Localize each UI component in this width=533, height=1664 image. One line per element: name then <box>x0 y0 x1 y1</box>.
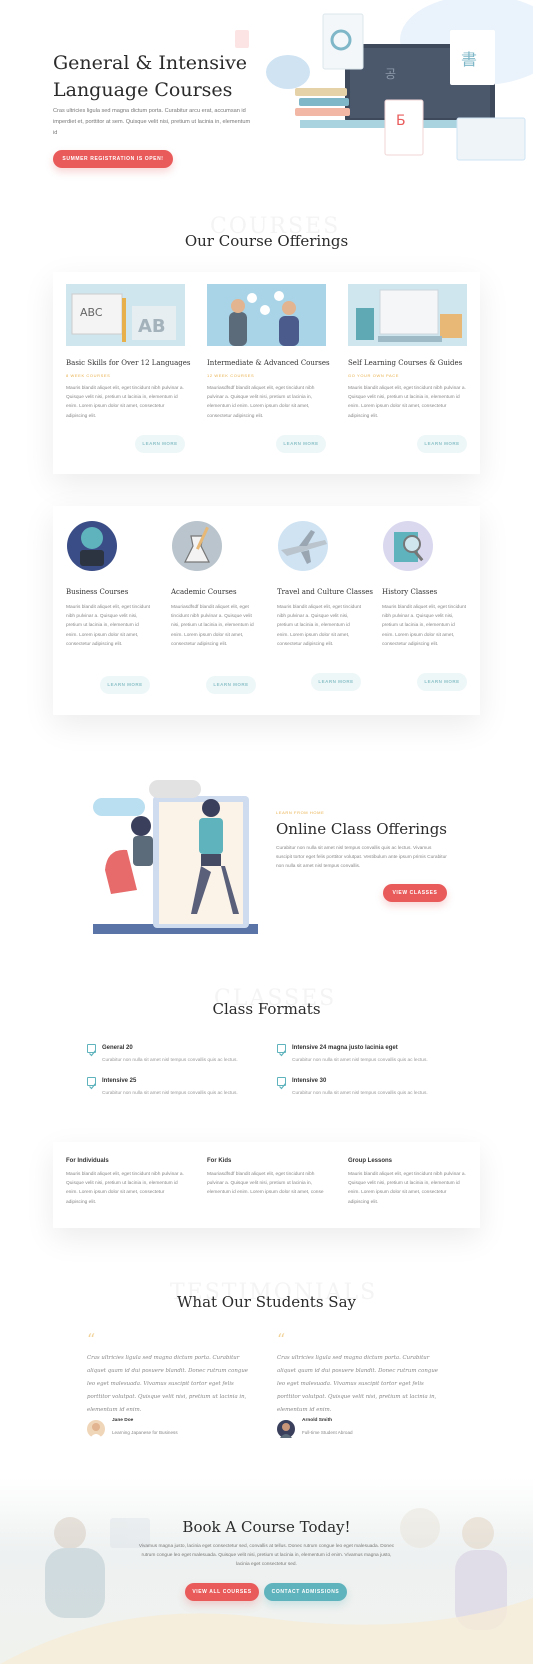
online-text: Curabitur non nulla sit amet nisl tempus… <box>276 846 447 870</box>
topic-title-2: Academic Courses <box>171 588 237 596</box>
booking-title: Book A Course Today! <box>182 1518 351 1536</box>
svg-text:공: 공 <box>385 67 396 81</box>
offering-learn-more-1[interactable]: LEARN MORE <box>135 435 185 453</box>
topic-title-1: Business Courses <box>66 588 129 596</box>
offering-text-2: Mauriasdfsdf blandit aliquet elit, eget … <box>207 386 315 419</box>
format-title-2: Intensive 24 magna justo lacinia eget <box>292 1045 398 1051</box>
offering-sub-2: 12 WEEK COURSES <box>207 373 255 378</box>
checkbox-icon <box>87 1044 96 1057</box>
airplane-icon <box>277 520 329 572</box>
group-text-2: Mauriasdfsdf blandit aliquet elit, eget … <box>207 1172 324 1196</box>
group-text-3: Mauris blandit aliquet elit, eget tincid… <box>348 1172 466 1205</box>
format-text-4: Curabitur non nulla sit amet nisl tempus… <box>292 1091 428 1096</box>
view-all-courses-button[interactable]: VIEW ALL COURSES <box>185 1583 259 1601</box>
conversation-image <box>207 284 326 346</box>
quote-icon: “ <box>87 1330 96 1349</box>
format-title-3: Intensive 25 <box>102 1078 137 1084</box>
format-title-4: Intensive 30 <box>292 1078 327 1084</box>
testimonial-quote-2: Cras ultricies ligula sed magna dictum p… <box>277 1355 438 1413</box>
topic-text-2: Mauriasdfsdf blandit aliquet elit, eget … <box>171 605 254 647</box>
format-text-2: Curabitur non nulla sit amet nisl tempus… <box>292 1058 428 1063</box>
svg-text:ABC: ABC <box>80 306 103 319</box>
svg-text:AB: AB <box>138 316 166 337</box>
offerings-card: ABC AB Basic Skills for Over 12 Languages… <box>53 272 480 474</box>
testimonial-role-1: Learning Japanese for Business <box>112 1430 178 1435</box>
format-text-1: Curabitur non nulla sit amet nisl tempus… <box>102 1058 238 1063</box>
topic-learn-more-2[interactable]: LEARN MORE <box>206 676 256 694</box>
testimonial-author-1: Jane Doe <box>112 1418 134 1423</box>
svg-text:Б: Б <box>396 113 406 129</box>
offering-learn-more-2[interactable]: LEARN MORE <box>276 435 326 453</box>
avatar <box>87 1420 105 1438</box>
offering-title-3: Self Learning Courses & Guides <box>348 359 463 367</box>
online-class-illustration <box>93 778 258 936</box>
format-title-1: General 20 <box>102 1045 133 1051</box>
offering-sub-3: GO YOUR OWN PACE <box>348 373 400 378</box>
offering-learn-more-3[interactable]: LEARN MORE <box>417 435 467 453</box>
view-classes-button[interactable]: VIEW CLASSES <box>383 884 447 902</box>
topic-text-3: Mauris blandit aliquet elit, eget tincid… <box>277 605 361 647</box>
topic-learn-more-1[interactable]: LEARN MORE <box>100 676 150 694</box>
quote-icon: “ <box>277 1330 286 1349</box>
formats-title: Class Formats <box>212 1000 321 1018</box>
checkbox-icon <box>87 1077 96 1090</box>
testimonials-title: What Our Students Say <box>176 1293 356 1311</box>
checkbox-icon <box>277 1077 286 1090</box>
topic-text-1: Mauris blandit aliquet elit, eget tincid… <box>66 605 150 647</box>
group-title-1: For Individuals <box>66 1158 109 1164</box>
topic-learn-more-4[interactable]: LEARN MORE <box>417 673 467 691</box>
topic-text-4: Mauris blandit aliquet elit, eget tincid… <box>382 605 466 647</box>
booking-background <box>0 1478 533 1664</box>
format-text-3: Curabitur non nulla sit amet nisl tempus… <box>102 1091 238 1096</box>
offering-sub-1: 8 WEEK COURSES <box>66 373 111 378</box>
flask-icon <box>171 520 223 572</box>
history-book-icon <box>382 520 434 572</box>
online-title: Online Class Offerings <box>276 820 447 838</box>
topic-learn-more-3[interactable]: LEARN MORE <box>311 673 361 691</box>
group-title-3: Group Lessons <box>348 1158 393 1164</box>
globe-icon <box>66 520 118 572</box>
offerings-title: Our Course Offerings <box>184 232 349 250</box>
svg-text:書: 書 <box>461 50 477 69</box>
testimonial-author-2: Arnold Smith <box>302 1418 333 1423</box>
hero-description: Cras ultricies ligula sed magna dictum p… <box>53 108 251 136</box>
online-eyebrow: LEARN FROM HOME <box>276 810 325 815</box>
avatar <box>277 1420 295 1438</box>
testimonial-quote-1: Cras ultricies ligula sed magna dictum p… <box>87 1355 248 1413</box>
topic-title-3: Travel and Culture Classes <box>277 588 373 596</box>
summer-registration-button[interactable]: SUMMER REGISTRATION IS OPEN! <box>53 150 173 168</box>
booking-text: Vivamus magna justo, lacinia eget consec… <box>138 1544 395 1568</box>
checkbox-icon <box>277 1044 286 1057</box>
self-learning-image <box>348 284 467 346</box>
offering-title-1: Basic Skills for Over 12 Languages <box>66 359 191 367</box>
topic-title-4: History Classes <box>382 588 438 596</box>
offering-title-2: Intermediate & Advanced Courses <box>207 359 330 367</box>
testimonial-role-2: Full-time Student Abroad <box>302 1430 353 1435</box>
group-title-2: For Kids <box>207 1158 232 1164</box>
topics-card: Business Courses Mauris blandit aliquet … <box>53 506 480 715</box>
abc-books-image: ABC AB <box>66 284 185 346</box>
lesson-types-card: For Individuals Mauris blandit aliquet e… <box>53 1142 480 1228</box>
offering-text-3: Mauris blandit aliquet elit, eget tincid… <box>348 386 466 419</box>
offering-text-1: Mauris blandit aliquet elit, eget tincid… <box>66 386 184 419</box>
hero-illustration: Б 書 공 <box>225 0 533 170</box>
contact-admissions-button[interactable]: CONTACT ADMISSIONS <box>264 1583 347 1601</box>
group-text-1: Mauris blandit aliquet elit, eget tincid… <box>66 1172 184 1205</box>
